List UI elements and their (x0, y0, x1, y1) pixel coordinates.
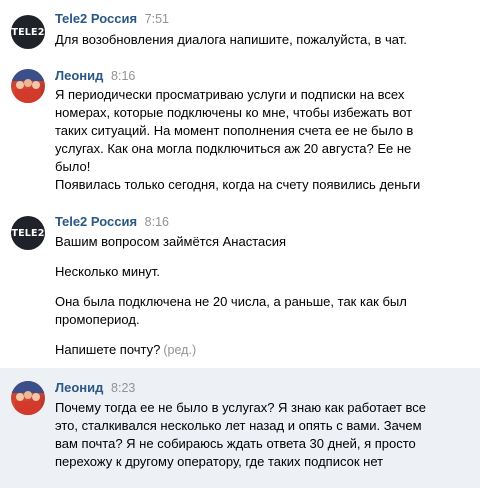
message-header: Tele2 Россия 8:16 (55, 214, 169, 229)
message-2: Леонид 8:16 Я периодически просматриваю … (0, 56, 480, 202)
message-1: TELE2 Tele2 Россия 7:51 Для возобновлени… (0, 0, 480, 56)
text-line-content: Напишете почту? (55, 342, 161, 357)
text-line: Вашим вопросом займётся Анастасия (55, 234, 287, 249)
author-name[interactable]: Tele2 Россия (55, 214, 137, 229)
user-avatar[interactable] (11, 69, 45, 103)
text-line: Для возобновления диалога напишите, пожа… (55, 32, 407, 47)
message-time[interactable]: 8:23 (111, 381, 135, 395)
group-photo-icon (11, 381, 45, 415)
text-line: таких ситуаций. На момент пополнения сче… (55, 123, 414, 138)
message-header: Tele2 Россия 7:51 (55, 11, 169, 26)
text-line: Напишете почту? (ред.) (55, 341, 465, 359)
message-text: Почему тогда ее не было в услугах? Я зна… (55, 399, 465, 471)
message-header: Леонид 8:23 (55, 380, 135, 395)
message-header: Леонид 8:16 (55, 68, 135, 83)
author-name[interactable]: Леонид (55, 380, 103, 395)
tele2-avatar[interactable]: TELE2 (11, 15, 45, 49)
author-name[interactable]: Tele2 Россия (55, 11, 137, 26)
text-line: было! (55, 159, 91, 174)
edited-label[interactable]: (ред.) (163, 343, 196, 357)
text-line: номерах, которые подключены ко мне, чтоб… (55, 105, 413, 120)
message-time[interactable]: 8:16 (145, 215, 169, 229)
text-line: промопериод. (55, 312, 140, 327)
message-text: Я периодически просматриваю услуги и под… (55, 86, 465, 194)
text-line: вам почта? Я не собираюсь ждать ответа 3… (55, 436, 416, 451)
user-avatar[interactable] (11, 381, 45, 415)
message-time[interactable]: 8:16 (111, 69, 135, 83)
text-line: Появилась только сегодня, когда на счету… (55, 177, 421, 192)
message-4: Леонид 8:23 Почему тогда ее не было в ус… (0, 368, 480, 488)
tele2-logo: TELE2 (11, 227, 45, 239)
message-text: Для возобновления диалога напишите, пожа… (55, 31, 465, 49)
text-line: Я периодически просматриваю услуги и под… (55, 87, 405, 102)
message-3: TELE2 Tele2 Россия 8:16 Вашим вопросом з… (0, 202, 480, 368)
message-time[interactable]: 7:51 (145, 12, 169, 26)
text-line: услугах. Как она могла подключиться аж 2… (55, 141, 412, 156)
text-line: Она была подключена не 20 числа, а раньш… (55, 294, 407, 309)
author-name[interactable]: Леонид (55, 68, 103, 83)
text-line: Почему тогда ее не было в услугах? Я зна… (55, 400, 427, 415)
text-line: это, сталкивался несколько лет назад и о… (55, 418, 422, 433)
message-text: Вашим вопросом займётся Анастасия Нескол… (55, 233, 465, 359)
text-line: перехожу к другому оператору, где таких … (55, 454, 384, 469)
text-line: Несколько минут. (55, 264, 160, 279)
tele2-avatar[interactable]: TELE2 (11, 216, 45, 250)
tele2-logo: TELE2 (11, 26, 45, 38)
group-photo-icon (11, 69, 45, 103)
